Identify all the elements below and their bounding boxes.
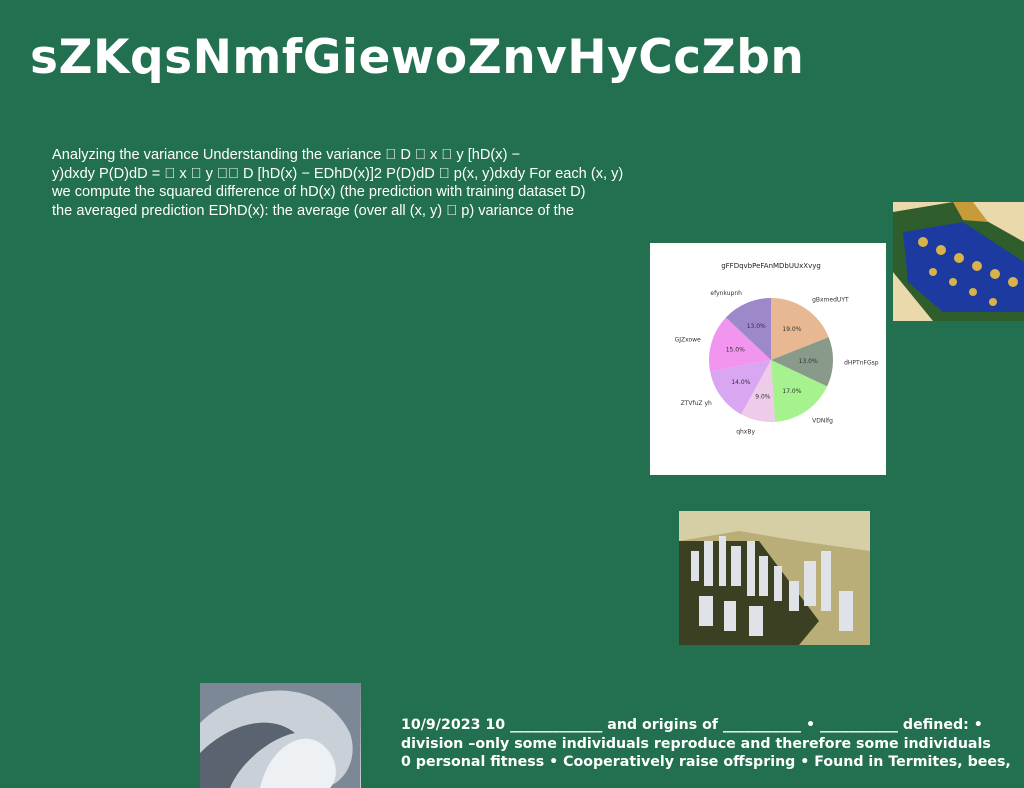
body-line: y)dxdy P(D)dD =   x   y    D [hD(x) − ED… xyxy=(52,165,624,182)
pie-value-label: 9.0% xyxy=(755,393,771,400)
pie-value-label: 14.0% xyxy=(731,379,750,386)
pie-value-label: 13.0% xyxy=(799,358,818,365)
footer-line: 10/9/2023 10 _____________ and origins o… xyxy=(401,717,983,733)
temple-roof-image xyxy=(893,202,1024,321)
pie-category-label: gBxmedUYT xyxy=(812,296,849,303)
pie-category-label: ZTVfuZ yh xyxy=(681,400,712,407)
city-skyline-drawing xyxy=(679,511,870,645)
body-paragraph: Analyzing the variance Understanding the… xyxy=(52,146,652,220)
pie-chart-image: gFFDqvbPeFAnMDbUUxXvyg 19.0% gBxmedUYT 13.… xyxy=(650,243,886,475)
pie-value-label: 19.0% xyxy=(782,326,801,333)
city-skyline-image xyxy=(679,511,870,645)
pie-category-label: VDNlfg xyxy=(812,418,833,425)
temple-roof-drawing xyxy=(893,202,1024,321)
abstract-swirl-image xyxy=(200,683,361,788)
body-line: Analyzing the variance Understanding the… xyxy=(52,147,521,163)
pie-chart: gFFDqvbPeFAnMDbUUxXvyg 19.0% gBxmedUYT 13.… xyxy=(675,262,879,435)
abstract-swirl-drawing xyxy=(200,683,361,788)
body-line: we compute the squared difference of hD(… xyxy=(52,184,586,200)
pie-category-label: efynkupnh xyxy=(710,290,742,297)
pie-value-label: 13.0% xyxy=(747,323,766,330)
slide-title: sZKqsNmfGiewoZnvHyCcZbn xyxy=(30,30,805,85)
footer-paragraph: 10/9/2023 10 _____________ and origins o… xyxy=(401,716,1024,772)
pie-category-label: qhxBy xyxy=(736,428,755,435)
pie-category-label: GJZxowe xyxy=(675,337,701,344)
chart-title: gFFDqvbPeFAnMDbUUxXvyg xyxy=(721,262,821,270)
footer-line: 0 personal fitness • Cooperatively raise… xyxy=(401,754,1011,770)
body-line: the averaged prediction EDhD(x): the ave… xyxy=(52,202,574,219)
pie-value-label: 17.0% xyxy=(782,388,801,395)
pie-category-label: dHPTnFGsp xyxy=(844,359,879,366)
pie-value-label: 15.0% xyxy=(726,347,745,354)
footer-line: division –only some individuals reproduc… xyxy=(401,735,991,752)
